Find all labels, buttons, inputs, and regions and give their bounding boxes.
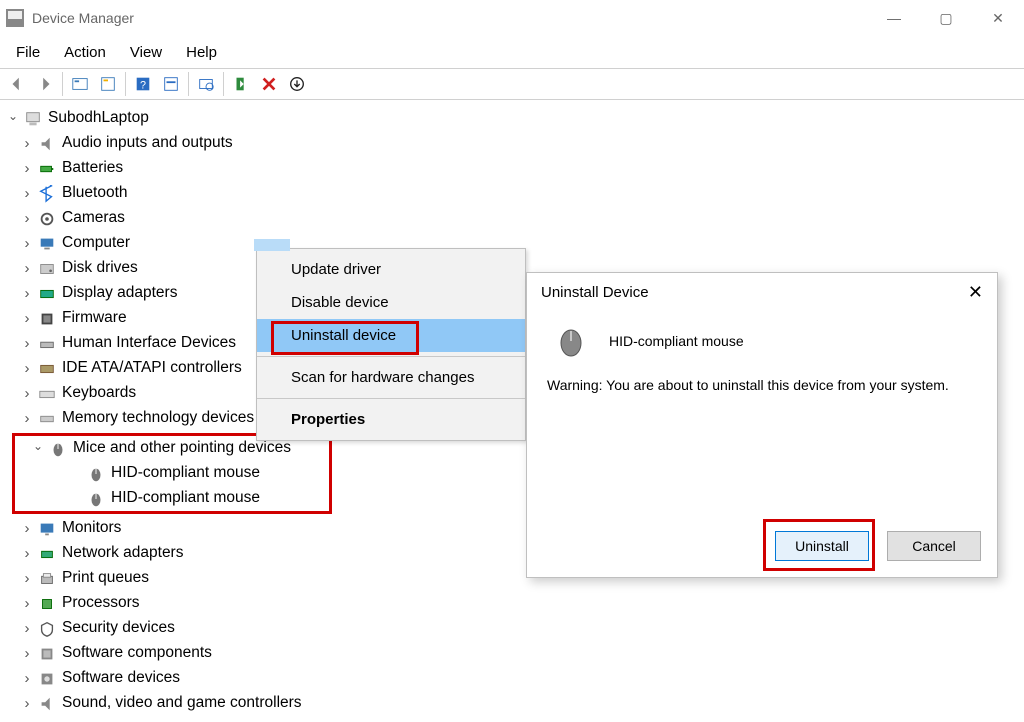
device-icon <box>36 670 58 688</box>
tree-category[interactable]: Batteries <box>4 156 1020 181</box>
device-icon <box>36 570 58 588</box>
device-icon <box>36 695 58 713</box>
tree-item-mouse-2[interactable]: HID-compliant mouse <box>15 486 329 511</box>
scan-hardware-button[interactable] <box>193 71 219 97</box>
device-icon <box>36 410 58 428</box>
dialog-close-button[interactable]: ✕ <box>968 282 983 303</box>
context-menu: Update driver Disable device Uninstall d… <box>256 248 526 441</box>
device-icon <box>36 235 58 253</box>
dialog-cancel-button[interactable]: Cancel <box>887 531 981 561</box>
app-icon <box>6 9 24 27</box>
ctx-disable-device[interactable]: Disable device <box>257 286 525 319</box>
device-icon <box>36 160 58 178</box>
device-icon <box>36 285 58 303</box>
mouse-icon <box>47 440 69 458</box>
ctx-uninstall-device[interactable]: Uninstall device <box>257 319 525 352</box>
selection-highlight <box>254 239 290 251</box>
device-icon <box>36 620 58 638</box>
dialog-title: Uninstall Device <box>541 284 968 301</box>
dialog-device-name: HID-compliant mouse <box>609 333 744 349</box>
tree-item-mouse-1[interactable]: HID-compliant mouse <box>15 461 329 486</box>
menu-action[interactable]: Action <box>56 40 114 65</box>
maximize-button[interactable]: ▢ <box>934 6 958 30</box>
help-button[interactable]: ? <box>130 71 156 97</box>
device-icon <box>36 520 58 538</box>
ctx-update-driver[interactable]: Update driver <box>257 253 525 286</box>
device-icon <box>36 385 58 403</box>
computer-icon <box>22 110 44 128</box>
tree-category[interactable]: Processors <box>4 591 1020 616</box>
menubar: File Action View Help <box>0 36 1024 68</box>
device-icon <box>36 595 58 613</box>
device-icon <box>36 135 58 153</box>
forward-button[interactable] <box>32 71 58 97</box>
action-button[interactable] <box>158 71 184 97</box>
mouse-icon <box>551 325 591 357</box>
tree-root[interactable]: SubodhLaptop <box>4 106 1020 131</box>
tree-category[interactable]: Software components <box>4 641 1020 666</box>
titlebar: Device Manager — ▢ ✕ <box>0 0 1024 36</box>
device-icon <box>36 185 58 203</box>
ctx-properties[interactable]: Properties <box>257 403 525 436</box>
tree-category[interactable]: Bluetooth <box>4 181 1020 206</box>
mouse-icon <box>85 490 107 508</box>
dialog-warning: Warning: You are about to uninstall this… <box>547 377 979 393</box>
back-button[interactable] <box>4 71 30 97</box>
tree-category[interactable]: Audio inputs and outputs <box>4 131 1020 156</box>
device-icon <box>36 645 58 663</box>
tree-category[interactable]: Cameras <box>4 206 1020 231</box>
enable-button[interactable] <box>284 71 310 97</box>
minimize-button[interactable]: — <box>882 6 906 30</box>
mice-highlight: Mice and other pointing devices HID-comp… <box>12 433 332 514</box>
window-controls: — ▢ ✕ <box>882 6 1010 30</box>
dialog-uninstall-button[interactable]: Uninstall <box>775 531 869 561</box>
uninstall-dialog: Uninstall Device ✕ HID-compliant mouse W… <box>526 272 998 578</box>
menu-view[interactable]: View <box>122 40 170 65</box>
properties-button[interactable] <box>95 71 121 97</box>
root-label: SubodhLaptop <box>48 106 149 130</box>
toolbar: ? <box>0 68 1024 100</box>
ctx-scan-hardware[interactable]: Scan for hardware changes <box>257 361 525 394</box>
close-button[interactable]: ✕ <box>986 6 1010 30</box>
tree-category[interactable]: Software devices <box>4 666 1020 691</box>
svg-text:?: ? <box>140 80 146 92</box>
menu-help[interactable]: Help <box>178 40 225 65</box>
device-icon <box>36 310 58 328</box>
device-icon <box>36 545 58 563</box>
window-title: Device Manager <box>32 10 882 26</box>
delete-button[interactable] <box>256 71 282 97</box>
device-icon <box>36 360 58 378</box>
update-driver-button[interactable] <box>228 71 254 97</box>
device-icon <box>36 260 58 278</box>
device-icon <box>36 335 58 353</box>
tree-category[interactable]: Security devices <box>4 616 1020 641</box>
device-icon <box>36 210 58 228</box>
mouse-icon <box>85 465 107 483</box>
show-hidden-button[interactable] <box>67 71 93 97</box>
tree-category[interactable]: Sound, video and game controllers <box>4 691 1020 716</box>
menu-file[interactable]: File <box>8 40 48 65</box>
